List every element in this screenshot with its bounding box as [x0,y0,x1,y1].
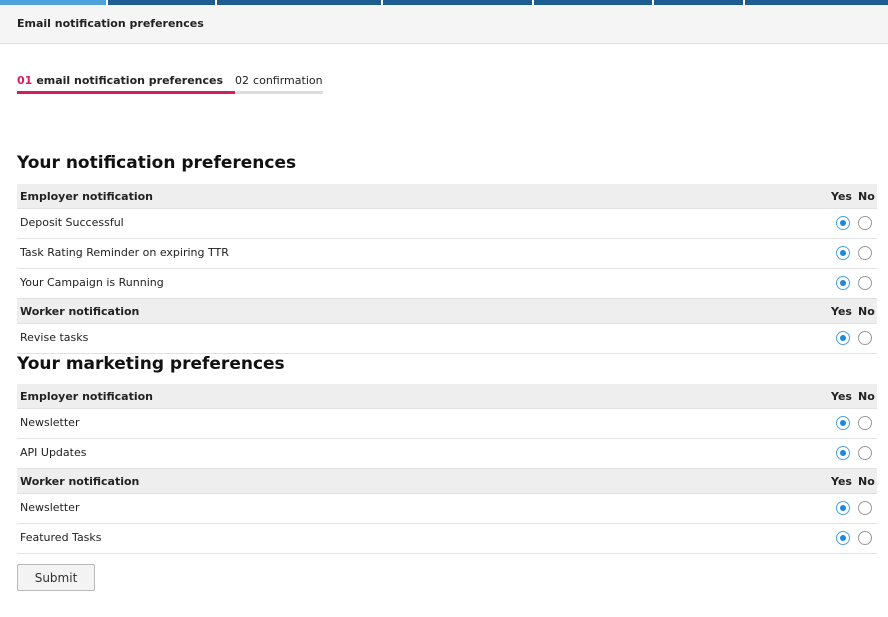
no-radio[interactable] [858,276,872,290]
preference-label: Featured Tasks [20,531,102,544]
notification-preferences-title: Your notification preferences [17,153,297,173]
no-radio[interactable] [858,246,872,260]
preference-row: Deposit Successful [17,209,877,239]
step-confirmation: 02 confirmation [235,74,323,94]
page-header: Email notification preferences [0,5,888,44]
no-radio[interactable] [858,531,872,545]
yes-radio[interactable] [836,416,850,430]
step-preferences: 01 email notification preferences [17,74,236,94]
no-radio[interactable] [858,416,872,430]
preference-row: Newsletter [17,494,877,524]
preference-label: Task Rating Reminder on expiring TTR [20,246,229,259]
submit-button[interactable]: Submit [17,564,95,591]
yes-radio[interactable] [836,246,850,260]
preference-label: Revise tasks [20,331,89,344]
yes-column-label: Yes [831,390,852,403]
marketing-preferences-title: Your marketing preferences [17,354,285,374]
yes-radio[interactable] [836,216,850,230]
group-header: Worker notification Yes No [17,469,877,494]
group-header: Worker notification Yes No [17,299,877,324]
yes-column-label: Yes [831,190,852,203]
group-header: Employer notification Yes No [17,184,877,209]
yes-column-label: Yes [831,475,852,488]
preference-label: Your Campaign is Running [20,276,164,289]
no-column-label: No [858,390,875,403]
preference-row: Task Rating Reminder on expiring TTR [17,239,877,269]
yes-radio[interactable] [836,531,850,545]
preference-row: Your Campaign is Running [17,269,877,299]
group-title: Worker notification [20,475,140,488]
step-progress: 01 email notification preferences 02 confi… [17,74,323,94]
yes-radio[interactable] [836,501,850,515]
no-radio[interactable] [858,501,872,515]
yes-radio[interactable] [836,276,850,290]
group-title: Employer notification [20,190,153,203]
no-column-label: No [858,190,875,203]
preference-row: Revise tasks [17,324,877,354]
yes-radio[interactable] [836,446,850,460]
no-radio[interactable] [858,216,872,230]
preference-label: API Updates [20,446,87,459]
notification-employer-group: Employer notification Yes No Deposit Suc… [17,184,877,299]
no-radio[interactable] [858,446,872,460]
marketing-worker-group: Worker notification Yes No Newsletter Fe… [17,469,877,554]
no-radio[interactable] [858,331,872,345]
step-number: 01 [17,74,33,87]
preference-label: Newsletter [20,501,80,514]
marketing-employer-group: Employer notification Yes No Newsletter … [17,384,877,469]
step-number: 02 [235,74,250,87]
preference-row: API Updates [17,439,877,469]
no-column-label: No [858,475,875,488]
preference-label: Newsletter [20,416,80,429]
preference-label: Deposit Successful [20,216,124,229]
preference-row: Featured Tasks [17,524,877,554]
group-header: Employer notification Yes No [17,384,877,409]
step-label: email notification preferences [36,74,224,87]
no-column-label: No [858,305,875,318]
step-label: confirmation [253,74,323,87]
preference-row: Newsletter [17,409,877,439]
group-title: Worker notification [20,305,140,318]
yes-column-label: Yes [831,305,852,318]
yes-radio[interactable] [836,331,850,345]
group-title: Employer notification [20,390,153,403]
page-title: Email notification preferences [17,17,204,30]
notification-worker-group: Worker notification Yes No Revise tasks [17,299,877,354]
